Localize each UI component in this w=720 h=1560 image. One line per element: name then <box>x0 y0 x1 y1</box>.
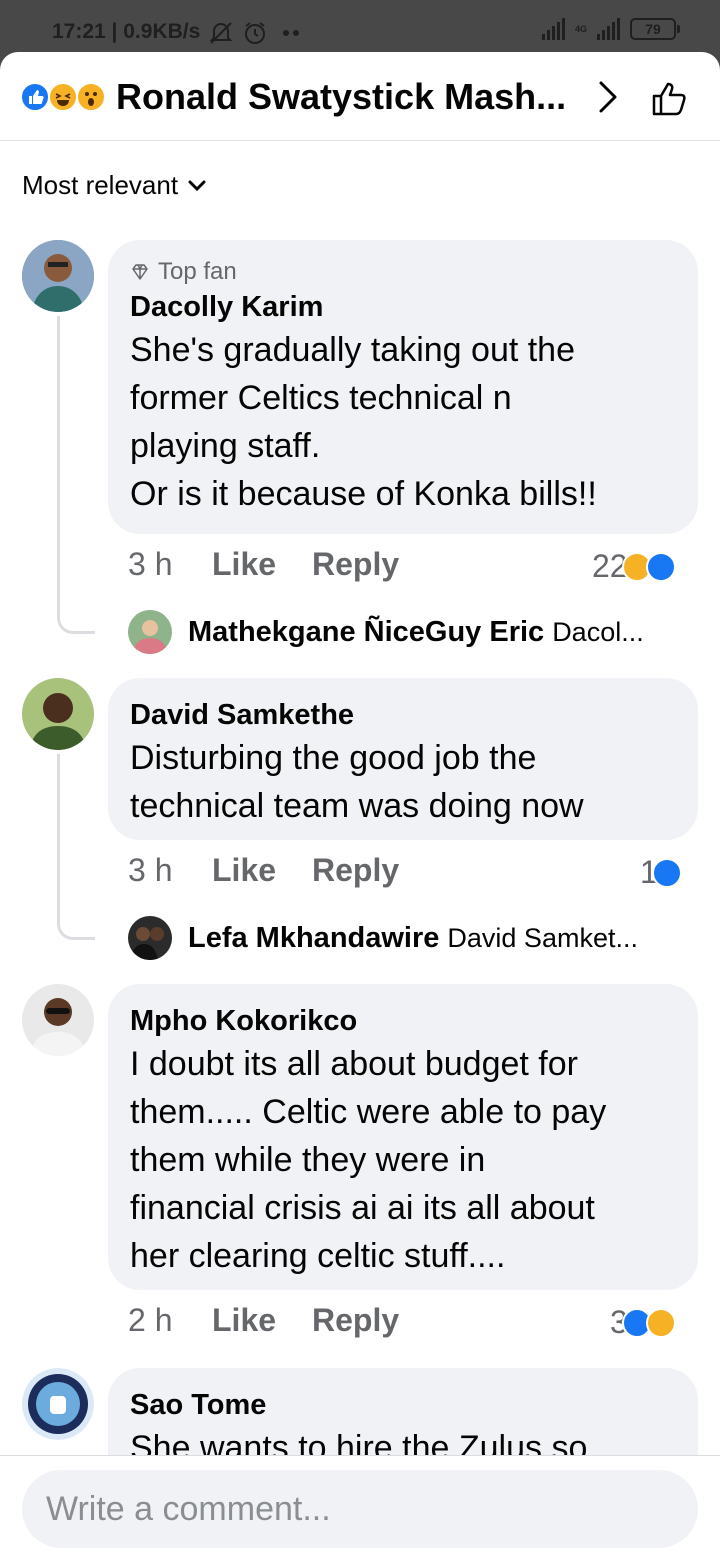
diamond-icon <box>132 264 148 280</box>
post-author-title[interactable]: Ronald Swatystick Mash... <box>116 76 566 118</box>
like-button[interactable]: Like <box>212 852 312 889</box>
signal-icon <box>541 18 565 40</box>
like-button[interactable]: Like <box>212 546 312 583</box>
comment-text: I doubt its all about budget for them...… <box>130 1045 607 1275</box>
top-fan-badge: Top fan <box>130 258 676 286</box>
reply-button[interactable]: Reply <box>312 852 399 889</box>
wow-icon <box>76 82 106 112</box>
reply-author: Mathekgane ÑiceGuy Eric <box>188 615 545 648</box>
comment-composer: Write a comment... <box>0 1455 720 1560</box>
like-icon <box>651 857 682 888</box>
battery-icon: 79 <box>630 18 680 40</box>
like-icon <box>20 82 50 112</box>
reaction-count[interactable]: 1 <box>640 854 682 891</box>
chevron-down-icon <box>188 180 206 191</box>
comment-bubble[interactable]: David Samkethe Disturbing the good job t… <box>108 678 698 840</box>
sort-dropdown[interactable]: Most relevant <box>22 170 206 201</box>
status-time: 17:21 | 0.9KB/s <box>52 20 201 43</box>
avatar <box>128 916 172 960</box>
comment-bubble[interactable]: Mpho Kokorikco I doubt its all about bud… <box>108 984 698 1290</box>
reaction-count[interactable]: 3 <box>610 1304 676 1341</box>
comment-author[interactable]: Mpho Kokorikco <box>130 1002 676 1040</box>
reply-text: Dacol... <box>552 616 644 647</box>
comment-actions: 3 h Like Reply <box>128 852 399 889</box>
comment-time: 2 h <box>128 1302 173 1338</box>
comments-header: Ronald Swatystick Mash... <box>0 52 720 141</box>
reply-preview[interactable]: Mathekgane ÑiceGuy Eric Dacol... <box>128 610 644 654</box>
reply-button[interactable]: Reply <box>312 546 399 583</box>
like-post-icon[interactable] <box>650 78 690 118</box>
avatar <box>128 610 172 654</box>
thread-line <box>57 754 95 940</box>
avatar[interactable] <box>22 1368 94 1440</box>
status-bar: 17:21 | 0.9KB/s 4G 79 <box>0 0 720 60</box>
reply-preview[interactable]: Lefa Mkhandawire David Samket... <box>128 916 638 960</box>
comment-time: 3 h <box>128 852 173 888</box>
avatar[interactable] <box>22 984 94 1056</box>
reaction-summary[interactable] <box>20 82 112 112</box>
status-right: 4G 79 <box>541 18 680 40</box>
comment-input[interactable]: Write a comment... <box>22 1470 698 1548</box>
comment-actions: 3 h Like Reply <box>128 546 399 583</box>
more-dots-icon <box>283 30 299 36</box>
reply-button[interactable]: Reply <box>312 1302 399 1339</box>
comment-author[interactable]: Dacolly Karim <box>130 288 676 326</box>
comment-text: Disturbing the good job the technical te… <box>130 739 584 825</box>
sort-label: Most relevant <box>22 170 179 200</box>
signal-icon-2 <box>597 18 620 40</box>
avatar[interactable] <box>22 678 94 750</box>
comment-time: 3 h <box>128 546 173 582</box>
avatar[interactable] <box>22 240 94 312</box>
thread-line <box>57 316 95 634</box>
comments-sheet: Ronald Swatystick Mash... Most relevant … <box>0 52 720 1560</box>
network-type: 4G <box>574 24 587 34</box>
comment-text: She's gradually taking out the former Ce… <box>130 331 597 513</box>
reply-text: David Samket... <box>447 922 638 953</box>
reaction-count[interactable]: 22 <box>592 548 676 585</box>
badge-label: Top fan <box>158 258 237 285</box>
notifications-off-icon <box>209 22 233 44</box>
comment-author[interactable]: Sao Tome <box>130 1386 676 1424</box>
alarm-icon <box>245 22 265 44</box>
comment-actions: 2 h Like Reply <box>128 1302 399 1339</box>
sad-icon <box>645 1307 676 1338</box>
comment-bubble[interactable]: Top fan Dacolly Karim She's gradually ta… <box>108 240 698 534</box>
reply-author: Lefa Mkhandawire <box>188 921 440 954</box>
chevron-right-icon[interactable] <box>596 80 620 114</box>
like-icon <box>645 551 676 582</box>
haha-icon <box>48 82 78 112</box>
like-button[interactable]: Like <box>212 1302 312 1339</box>
comment-author[interactable]: David Samkethe <box>130 696 676 734</box>
